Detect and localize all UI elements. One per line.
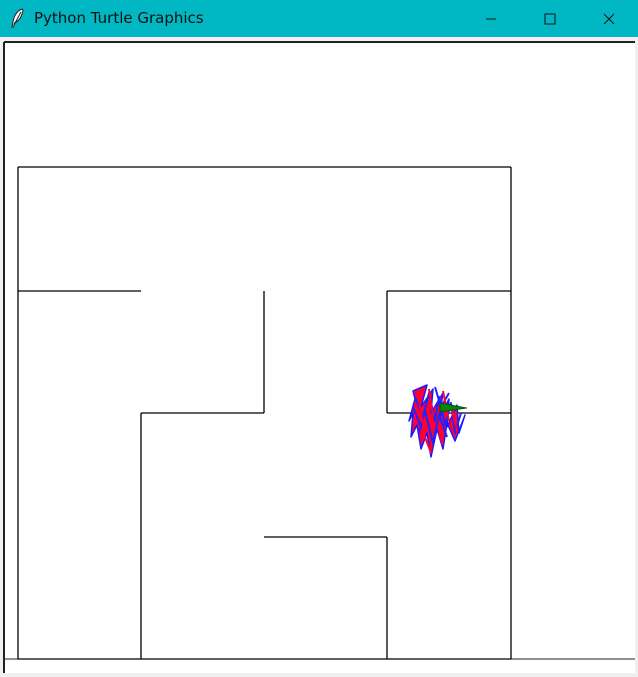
- turtle-head: [439, 402, 468, 413]
- feather-icon: [10, 8, 26, 28]
- minimize-button[interactable]: [462, 0, 520, 37]
- turtle-canvas[interactable]: [3, 41, 635, 673]
- maximize-icon: [544, 13, 556, 24]
- maze-drawing: [3, 41, 635, 673]
- close-icon: [603, 13, 615, 24]
- turtle-window: Python Turtle Graphics: [0, 0, 638, 677]
- title-bar[interactable]: Python Turtle Graphics: [0, 0, 638, 37]
- maximize-button[interactable]: [521, 0, 579, 37]
- turtle-scribble: [408, 384, 468, 458]
- minimize-icon: [486, 18, 496, 19]
- window-title: Python Turtle Graphics: [34, 9, 204, 27]
- close-button[interactable]: [580, 0, 638, 37]
